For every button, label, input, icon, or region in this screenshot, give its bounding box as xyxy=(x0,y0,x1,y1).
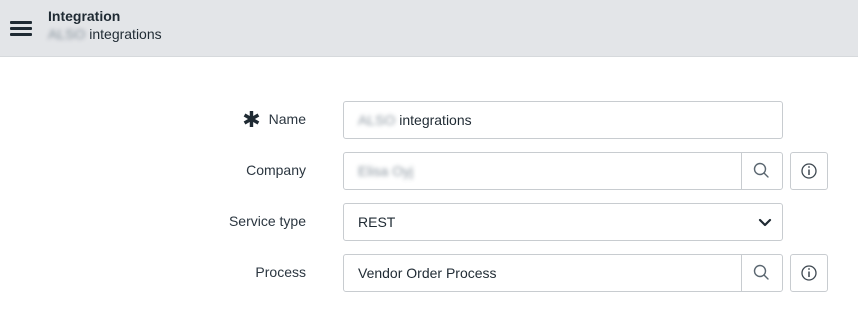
info-icon xyxy=(801,265,817,281)
page-subtitle: ALSO integrations xyxy=(48,26,162,42)
service-type-select[interactable]: REST xyxy=(343,203,783,241)
process-field[interactable]: Vendor Order Process xyxy=(343,254,783,292)
process-lookup-button[interactable] xyxy=(741,255,782,291)
page-header: Integration ALSO integrations xyxy=(0,0,858,57)
name-row: ✱ Name ALSO integrations xyxy=(0,101,858,141)
chevron-down-icon xyxy=(758,218,772,227)
name-field[interactable]: ALSO integrations xyxy=(343,101,783,139)
service-type-value: REST xyxy=(358,214,396,230)
page-title: Integration xyxy=(48,8,121,24)
search-icon xyxy=(753,162,769,178)
hamburger-menu-icon[interactable] xyxy=(10,19,32,37)
company-row: Company Elisa Oyj xyxy=(0,152,858,192)
service-type-row: Service type REST xyxy=(0,203,858,243)
process-info-button[interactable] xyxy=(790,254,828,292)
service-type-label: Service type xyxy=(228,213,306,229)
process-label: Process xyxy=(255,264,306,280)
redacted-text: ALSO xyxy=(358,112,396,128)
process-row: Process Vendor Order Process xyxy=(0,254,858,294)
company-field[interactable]: Elisa Oyj xyxy=(343,152,783,190)
info-icon xyxy=(801,163,817,179)
process-value: Vendor Order Process xyxy=(358,265,497,281)
name-label: ✱ Name xyxy=(242,107,306,132)
company-lookup-button[interactable] xyxy=(741,153,782,189)
search-icon xyxy=(753,264,769,280)
company-info-button[interactable] xyxy=(790,152,828,190)
redacted-text: ALSO xyxy=(48,26,86,42)
redacted-text: Elisa Oyj xyxy=(358,163,414,179)
company-label: Company xyxy=(246,162,306,178)
subtitle-text: integrations xyxy=(89,26,162,42)
name-value: integrations xyxy=(399,112,472,128)
asterisk-icon: ✱ xyxy=(242,107,261,132)
